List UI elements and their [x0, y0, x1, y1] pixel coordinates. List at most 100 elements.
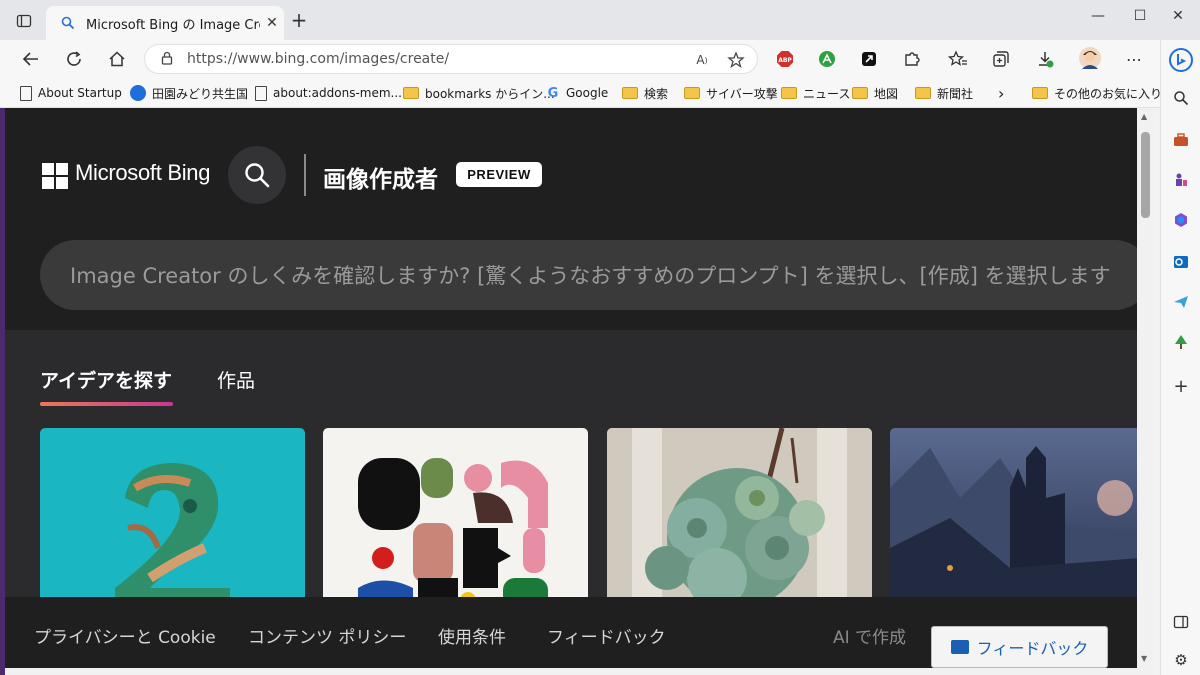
microsoft-365-icon[interactable]	[1171, 210, 1191, 230]
read-aloud-icon[interactable]: A)	[691, 51, 713, 69]
bookmark-label: About Startup	[38, 86, 122, 100]
edge-sidebar: + ⚙	[1160, 40, 1200, 675]
scroll-up-arrow-icon[interactable]: ▲	[1141, 112, 1147, 121]
close-window-button[interactable]: ✕	[1158, 8, 1198, 32]
tab-explore-ideas[interactable]: アイデアを探す	[40, 366, 172, 393]
feedback-link[interactable]: フィードバック	[547, 623, 666, 648]
page-title: 画像作成者	[323, 167, 438, 193]
favorites-icon[interactable]	[948, 49, 968, 69]
more-options-icon[interactable]: ⋯	[1124, 49, 1144, 69]
vertical-scrollbar[interactable]: ▲ ▼	[1137, 108, 1153, 668]
hide-sidebar-icon[interactable]	[1171, 612, 1191, 632]
bookmark-label: 地図	[874, 86, 899, 101]
svg-text:ABP: ABP	[778, 57, 792, 64]
ai-created-label: AI で作成	[833, 628, 907, 648]
feedback-button-label: フィードバック	[976, 639, 1089, 658]
tab-actions-icon[interactable]	[14, 11, 34, 31]
telegram-send-icon[interactable]	[1171, 292, 1191, 312]
page-footer: プライバシーと Cookie コンテンツ ポリシー 使用条件 フィードバック A…	[5, 597, 1137, 675]
folder-icon	[684, 87, 700, 99]
bookmark-folder-other[interactable]: その他のお気に入り	[1032, 82, 1162, 104]
content-policy-link[interactable]: コンテンツ ポリシー	[248, 623, 406, 648]
tab-close-icon[interactable]: ✕	[260, 15, 284, 31]
privacy-cookie-link[interactable]: プライバシーと Cookie	[34, 623, 216, 648]
prompt-input[interactable]: Image Creator のしくみを確認しますか? [驚くようなおすすめのプロ…	[40, 240, 1137, 310]
search-favicon-icon	[60, 15, 76, 31]
scrollbar-thumb[interactable]	[1141, 132, 1150, 218]
horizontal-scrollbar[interactable]	[5, 668, 1153, 675]
bookmark-folder-cyber[interactable]: サイバー攻撃	[684, 82, 778, 104]
lock-icon[interactable]	[161, 50, 173, 69]
search-icon[interactable]	[1171, 88, 1191, 108]
back-arrow-icon[interactable]	[18, 47, 44, 71]
bookmark-addons-memory[interactable]: about:addons-mem...	[255, 82, 402, 104]
url-text[interactable]: https://www.bing.com/images/create/	[187, 51, 449, 67]
tree-icon[interactable]	[1171, 332, 1191, 352]
feedback-button[interactable]: フィードバック	[931, 626, 1108, 668]
terms-of-use-link[interactable]: 使用条件	[438, 623, 506, 648]
search-button[interactable]	[228, 146, 286, 204]
settings-gear-icon[interactable]: ⚙	[1171, 650, 1191, 670]
tab-bar: Microsoft Bing の Image Creator ✕ + — ☐ ✕	[0, 0, 1200, 40]
feedback-bubble-icon	[950, 640, 969, 654]
refresh-icon[interactable]	[61, 47, 87, 71]
bookmark-label: 新聞社	[937, 86, 974, 101]
bookmark-folder-bookmarks[interactable]: bookmarks からイン...	[403, 82, 555, 104]
succulent-bouquet-image	[607, 428, 872, 608]
bookmark-label: bookmarks からイン...	[425, 86, 555, 101]
bookmark-label: 検索	[644, 86, 669, 101]
extensions-puzzle-icon[interactable]	[902, 49, 922, 69]
tab-creations[interactable]: 作品	[217, 366, 255, 393]
bookmark-about-startup[interactable]: About Startup	[20, 82, 122, 104]
header-section: Microsoft Bing 画像作成者 PREVIEW Image Creat…	[5, 108, 1137, 330]
bookmark-label: ニュース	[803, 86, 851, 101]
adblock-plus-icon[interactable]: ABP	[775, 49, 795, 69]
bookmark-folder-map[interactable]: 地図	[852, 82, 898, 104]
green-extension-icon[interactable]	[817, 49, 837, 69]
chameleon-number-two-image	[115, 463, 230, 608]
idea-card-number-two[interactable]	[40, 428, 305, 608]
folder-icon	[403, 87, 419, 99]
address-bar[interactable]: https://www.bing.com/images/create/ A)	[144, 44, 758, 74]
address-toolbar: https://www.bing.com/images/create/ A) A…	[0, 40, 1160, 78]
maximize-button[interactable]: ☐	[1120, 8, 1160, 32]
downloads-icon[interactable]	[1035, 49, 1055, 69]
folder-icon	[622, 87, 638, 99]
home-icon[interactable]	[104, 47, 130, 71]
profile-avatar[interactable]	[1079, 47, 1101, 69]
collections-icon[interactable]	[991, 49, 1011, 69]
brand-name[interactable]: Microsoft Bing	[75, 160, 210, 186]
globe-icon	[130, 85, 146, 101]
idea-card-abstract-shapes[interactable]	[323, 428, 588, 608]
idea-card-dark-castle[interactable]	[890, 428, 1137, 608]
microsoft-logo-icon[interactable]	[42, 163, 68, 189]
scroll-down-arrow-icon[interactable]: ▼	[1141, 654, 1147, 663]
bookmark-label: Google	[566, 86, 609, 100]
folder-icon	[1032, 87, 1048, 99]
bookmark-google[interactable]: G Google	[546, 82, 609, 104]
games-chess-icon[interactable]	[1171, 170, 1191, 190]
bing-chat-icon[interactable]	[1169, 48, 1193, 72]
idea-card-succulents[interactable]	[607, 428, 872, 608]
doc-icon	[255, 85, 267, 101]
browser-tab-active[interactable]: Microsoft Bing の Image Creator ✕	[46, 6, 284, 40]
minimize-button[interactable]: —	[1078, 8, 1118, 32]
share-extension-icon[interactable]	[859, 49, 879, 69]
new-tab-button[interactable]: +	[288, 10, 310, 32]
outlook-icon[interactable]	[1171, 252, 1191, 272]
bookmark-folder-news[interactable]: ニュース	[781, 82, 850, 104]
add-sidebar-app-icon[interactable]: +	[1171, 376, 1191, 397]
bookmark-folder-newspaper[interactable]: 新聞社	[915, 82, 973, 104]
bookmark-label: 田園みどり共生国	[152, 86, 249, 101]
doc-icon	[20, 85, 32, 101]
search-icon	[245, 163, 270, 188]
tools-briefcase-icon[interactable]	[1171, 130, 1191, 150]
bing-image-creator-page: Microsoft Bing 画像作成者 PREVIEW Image Creat…	[5, 108, 1137, 675]
bookmark-folder-search[interactable]: 検索	[622, 82, 668, 104]
bookmark-denen-midori[interactable]: 田園みどり共生国	[130, 82, 248, 104]
header-divider	[304, 154, 306, 196]
prompt-placeholder[interactable]: Image Creator のしくみを確認しますか? [驚くようなおすすめのプロ…	[70, 260, 1111, 290]
bookmarks-overflow-chevron-icon[interactable]: ›	[998, 82, 1004, 104]
add-favorite-icon[interactable]	[725, 51, 747, 69]
castle-landscape-image	[890, 428, 1137, 608]
